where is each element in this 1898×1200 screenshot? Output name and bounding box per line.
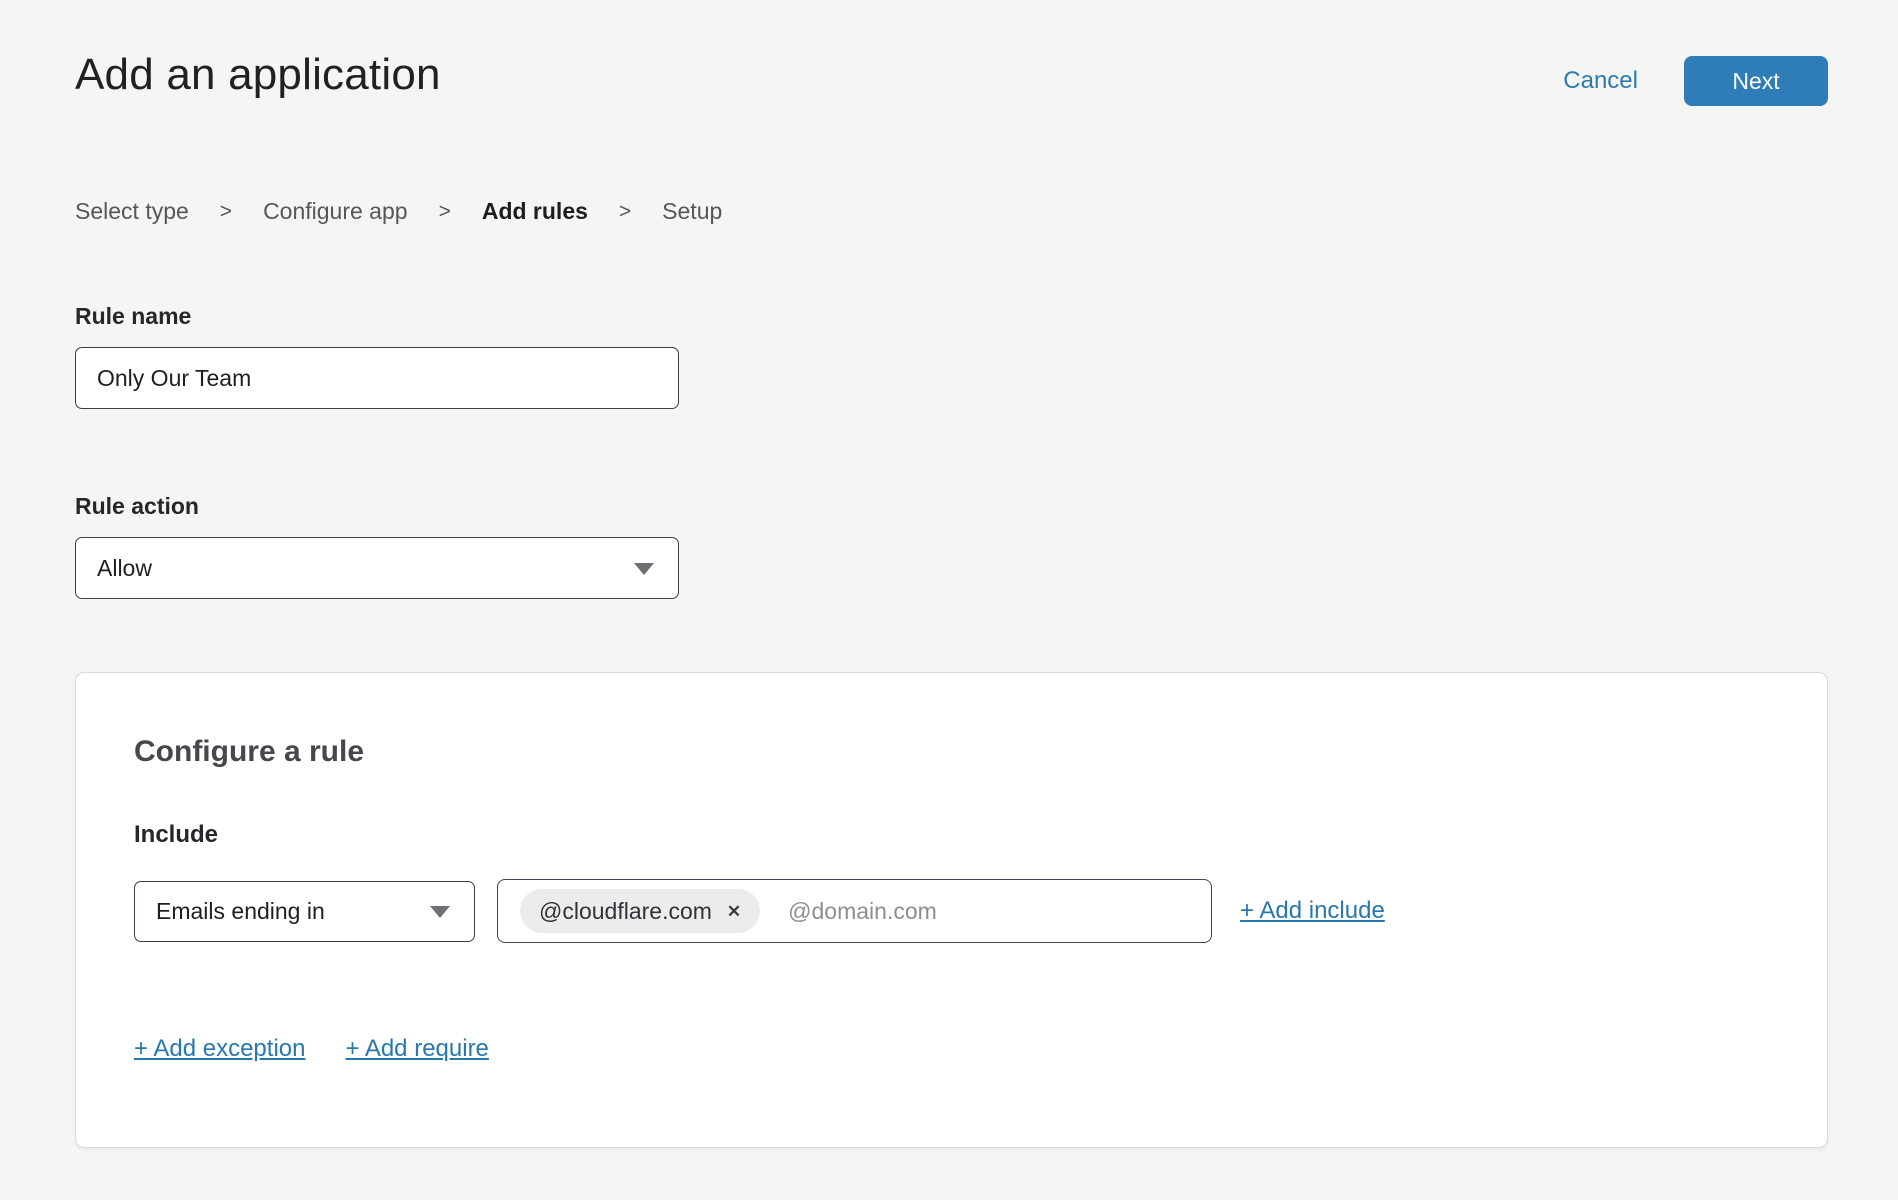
breadcrumb-step-add-rules: Add rules <box>482 198 588 225</box>
include-value-tag-input[interactable]: @cloudflare.com ✕ <box>497 879 1212 943</box>
include-selector-value: Emails ending in <box>156 898 325 925</box>
add-require-link[interactable]: + Add require <box>345 1035 488 1063</box>
rule-card-links: + Add exception + Add require <box>134 1035 1769 1063</box>
breadcrumb-separator-icon: > <box>220 200 232 224</box>
rule-name-input[interactable] <box>75 347 679 409</box>
email-domain-tag-label: @cloudflare.com <box>539 898 712 925</box>
add-application-page: Add an application Cancel Next Select ty… <box>0 0 1898 1148</box>
chevron-down-icon <box>634 563 654 575</box>
include-rule-row: Emails ending in @cloudflare.com ✕ + Add… <box>134 879 1769 943</box>
breadcrumb-separator-icon: > <box>439 200 451 224</box>
add-include-link[interactable]: + Add include <box>1240 897 1385 925</box>
cancel-button[interactable]: Cancel <box>1563 67 1638 95</box>
breadcrumb-step-setup[interactable]: Setup <box>662 198 722 225</box>
header-actions: Cancel Next <box>1563 56 1828 106</box>
breadcrumb-step-configure-app[interactable]: Configure app <box>263 198 408 225</box>
rule-name-label: Rule name <box>75 303 1828 330</box>
configure-rule-card: Configure a rule Include Emails ending i… <box>75 672 1828 1148</box>
email-domain-input[interactable] <box>788 898 1199 925</box>
include-selector-select[interactable]: Emails ending in <box>134 881 475 942</box>
include-label: Include <box>134 821 1769 849</box>
rule-action-label: Rule action <box>75 493 1828 520</box>
page-header: Add an application Cancel Next <box>75 50 1828 106</box>
rule-action-selected-value: Allow <box>97 555 152 582</box>
chevron-down-icon <box>430 906 450 918</box>
email-domain-tag: @cloudflare.com ✕ <box>520 889 760 933</box>
configure-rule-title: Configure a rule <box>134 735 1769 769</box>
rule-name-section: Rule name <box>75 303 1828 409</box>
rule-action-section: Rule action Allow <box>75 493 1828 599</box>
next-button[interactable]: Next <box>1684 56 1828 106</box>
remove-tag-icon[interactable]: ✕ <box>727 903 741 920</box>
add-exception-link[interactable]: + Add exception <box>134 1035 305 1063</box>
breadcrumb-step-select-type[interactable]: Select type <box>75 198 189 225</box>
rule-action-select[interactable]: Allow <box>75 537 679 599</box>
breadcrumb-separator-icon: > <box>619 200 631 224</box>
page-title: Add an application <box>75 50 441 100</box>
breadcrumb: Select type > Configure app > Add rules … <box>75 198 1828 225</box>
